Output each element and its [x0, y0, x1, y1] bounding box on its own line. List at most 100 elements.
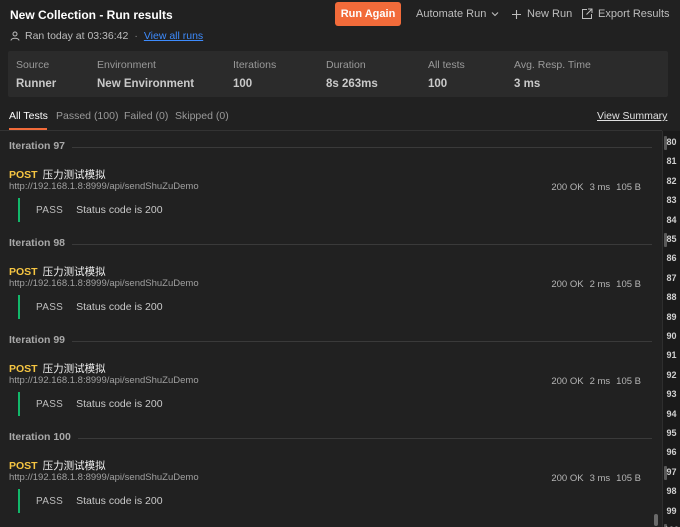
iteration-number[interactable]: 88: [663, 292, 680, 302]
tab-all-tests[interactable]: All Tests: [9, 110, 48, 122]
request-url: http://192.168.1.8:8999/api/sendShuZuDem…: [9, 278, 199, 289]
separator-dot: ·: [134, 30, 138, 42]
ran-time-text: Ran today at 03:36:42: [25, 30, 129, 42]
iteration-label: Iteration 99: [9, 334, 66, 346]
response-status: 200 OK: [551, 473, 584, 484]
request-url: http://192.168.1.8:8999/api/sendShuZuDem…: [9, 472, 199, 483]
response-status: 200 OK: [551, 279, 584, 290]
response-meta: 200 OK 3 ms 105 B: [545, 473, 641, 484]
iteration-label: Iteration 97: [9, 140, 66, 152]
new-run-label: New Run: [527, 8, 573, 20]
iteration-number[interactable]: 97: [663, 467, 680, 477]
pass-indicator-bar: [18, 198, 20, 222]
iteration-number[interactable]: 95: [663, 428, 680, 438]
export-results-label: Export Results: [598, 8, 670, 20]
iteration-number[interactable]: 98: [663, 486, 680, 496]
iteration-number[interactable]: 91: [663, 350, 680, 360]
summary-label: Avg. Resp. Time: [514, 59, 591, 71]
view-summary-link[interactable]: View Summary: [597, 110, 667, 122]
response-status: 200 OK: [551, 182, 584, 193]
iteration-number[interactable]: 89: [663, 312, 680, 322]
iteration-number[interactable]: 94: [663, 409, 680, 419]
iteration-number[interactable]: 86: [663, 253, 680, 263]
automate-run-label: Automate Run: [416, 8, 487, 20]
response-status: 200 OK: [551, 376, 584, 387]
tab-skipped[interactable]: Skipped (0): [175, 110, 229, 122]
test-status: PASS: [36, 204, 64, 216]
divider: [72, 244, 652, 245]
test-status: PASS: [36, 398, 64, 410]
results-tabs: All Tests Passed (100) Failed (0) Skippe…: [0, 110, 680, 130]
iteration-label: Iteration 100: [9, 431, 71, 443]
response-time: 2 ms: [589, 376, 611, 387]
iteration-gutter[interactable]: 80 81 82 83 84 85 86 87 88 89 90 91 92 93 94 95 96 97 98 99…: [662, 131, 680, 527]
iteration-block: Iteration 98 POST 压力测试模拟 http://192.168.…: [0, 237, 662, 334]
iteration-block: Iteration 97 POST 压力测试模拟 http://192.168.…: [0, 140, 662, 237]
request-name: 压力测试模拟: [42, 169, 106, 181]
summary-label: Source: [16, 59, 50, 71]
export-results-button[interactable]: Export Results: [581, 2, 670, 26]
run-info: Ran today at 03:36:42 · View all runs: [10, 30, 203, 42]
response-meta: 200 OK 2 ms 105 B: [545, 279, 641, 290]
request-method: POST: [9, 168, 38, 181]
iteration-label: Iteration 98: [9, 237, 66, 249]
iteration-number[interactable]: 82: [663, 176, 680, 186]
request-method: POST: [9, 265, 38, 278]
iteration-number[interactable]: 87: [663, 273, 680, 283]
iteration-number[interactable]: 85: [663, 234, 680, 244]
request-method: POST: [9, 362, 38, 375]
request-header[interactable]: POST 压力测试模拟: [9, 264, 106, 279]
tab-passed[interactable]: Passed (100): [56, 110, 118, 122]
iteration-number[interactable]: 96: [663, 447, 680, 457]
pass-indicator-bar: [18, 392, 20, 416]
scrollbar-thumb[interactable]: [654, 514, 658, 526]
user-icon: [10, 31, 20, 41]
response-size: 105 B: [616, 376, 641, 387]
summary-label: All tests: [428, 59, 465, 71]
iteration-number[interactable]: 80: [663, 137, 680, 147]
iteration-number[interactable]: 81: [663, 156, 680, 166]
request-name: 压力测试模拟: [42, 266, 106, 278]
request-header[interactable]: POST 压力测试模拟: [9, 458, 106, 473]
test-result-row: PASS Status code is 200: [18, 198, 163, 222]
response-time: 3 ms: [589, 473, 611, 484]
divider: [72, 341, 652, 342]
iteration-block: Iteration 100 POST 压力测试模拟 http://192.168…: [0, 431, 662, 527]
tab-failed[interactable]: Failed (0): [124, 110, 168, 122]
test-name: Status code is 200: [76, 495, 163, 507]
summary-value: 100: [428, 78, 448, 90]
automate-run-button[interactable]: Automate Run: [416, 2, 499, 26]
request-name: 压力测试模拟: [42, 363, 106, 375]
response-size: 105 B: [616, 182, 641, 193]
iteration-number[interactable]: 93: [663, 389, 680, 399]
divider: [78, 438, 652, 439]
iteration-number[interactable]: 84: [663, 215, 680, 225]
summary-value: 3 ms: [514, 78, 541, 90]
response-meta: 200 OK 2 ms 105 B: [545, 376, 641, 387]
iteration-number[interactable]: 92: [663, 370, 680, 380]
request-url: http://192.168.1.8:8999/api/sendShuZuDem…: [9, 181, 199, 192]
export-icon: [582, 8, 593, 19]
response-size: 105 B: [616, 473, 641, 484]
divider: [72, 147, 652, 148]
test-result-row: PASS Status code is 200: [18, 392, 163, 416]
test-result-row: PASS Status code is 200: [18, 295, 163, 319]
iteration-number[interactable]: 83: [663, 195, 680, 205]
run-again-button[interactable]: Run Again: [335, 2, 401, 26]
request-url: http://192.168.1.8:8999/api/sendShuZuDem…: [9, 375, 199, 386]
request-header[interactable]: POST 压力测试模拟: [9, 361, 106, 376]
summary-label: Iterations: [233, 59, 277, 71]
view-all-runs-link[interactable]: View all runs: [144, 30, 203, 42]
response-time: 2 ms: [589, 279, 611, 290]
new-run-button[interactable]: New Run: [511, 2, 572, 26]
iteration-number[interactable]: 90: [663, 331, 680, 341]
summary-label: Duration: [326, 59, 366, 71]
iteration-number[interactable]: 99: [663, 506, 680, 516]
test-status: PASS: [36, 495, 64, 507]
page-title: New Collection - Run results: [10, 8, 173, 22]
chevron-down-icon: [491, 12, 499, 17]
iteration-block: Iteration 99 POST 压力测试模拟 http://192.168.…: [0, 334, 662, 431]
request-name: 压力测试模拟: [42, 460, 106, 472]
request-header[interactable]: POST 压力测试模拟: [9, 167, 106, 182]
pass-indicator-bar: [18, 295, 20, 319]
